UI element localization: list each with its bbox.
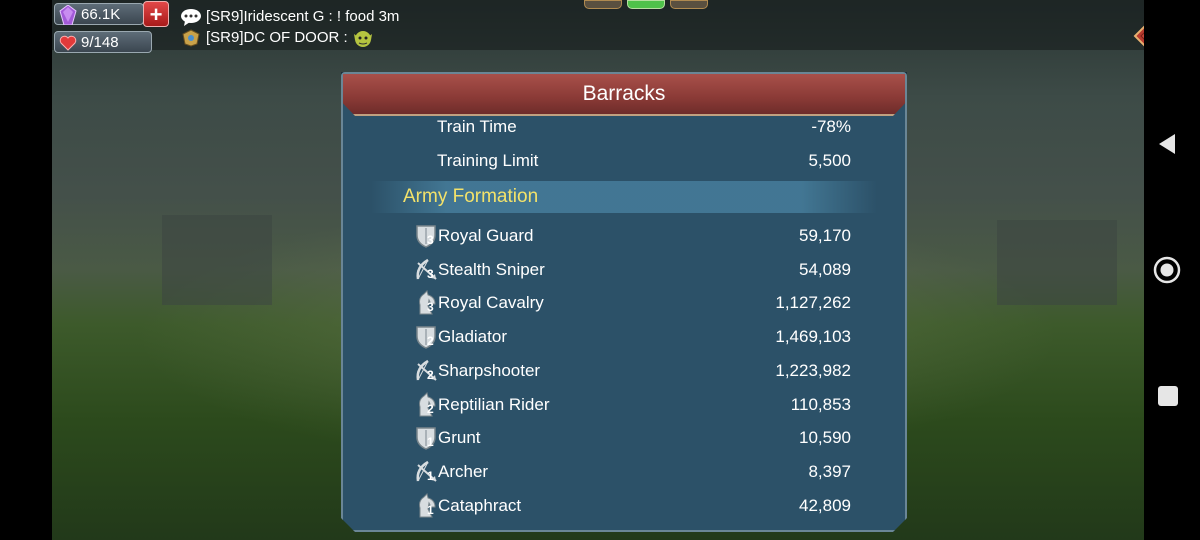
troop-row[interactable]: 1 Archer 8,397 — [343, 456, 905, 490]
troop-tier: 2 — [427, 334, 434, 349]
chat-text: [SR9]DC OF DOOR : — [206, 28, 348, 46]
cavalry-icon — [414, 493, 438, 519]
home-icon[interactable] — [1153, 256, 1181, 284]
troop-name: Archer — [438, 461, 489, 481]
troop-count: 59,170 — [799, 226, 851, 245]
troop-tier: 3 — [427, 233, 434, 247]
troop-count: 8,397 — [808, 461, 851, 481]
stat-row: Training Limit 5,500 — [343, 145, 905, 179]
page-indicator-right — [670, 0, 708, 9]
troop-row[interactable]: 1 Grunt 10,590 — [343, 422, 905, 456]
troop-tier: 1 — [427, 435, 434, 450]
troop-count: 1,223,982 — [775, 360, 851, 380]
troop-name: Royal Guard — [438, 226, 534, 245]
buy-gems-button[interactable]: + — [143, 1, 169, 27]
troop-name: Sharpshooter — [438, 360, 541, 380]
troop-count: 1,469,103 — [775, 327, 851, 347]
panel-header: Barracks — [343, 74, 905, 116]
stat-label: Training Limit — [437, 151, 539, 170]
recent-apps-icon[interactable] — [1158, 386, 1178, 406]
troop-name: Stealth Sniper — [438, 259, 545, 279]
troop-name: Royal Cavalry — [438, 293, 544, 313]
goblin-emoji-icon — [353, 31, 372, 47]
stat-row: Train Time -78% — [343, 116, 905, 145]
chat-text: [SR9]Iridescent G : ! food 3m — [206, 8, 400, 25]
ranged-icon — [414, 257, 438, 283]
cavalry-icon — [414, 392, 438, 418]
barracks-panel: Barracks Train Time -78% Training Limit … — [341, 72, 907, 532]
troop-count: 42,809 — [799, 495, 851, 515]
troop-tier: 2 — [427, 401, 434, 416]
infantry-icon — [414, 425, 438, 451]
stat-label: Train Time — [437, 117, 517, 136]
troop-tier: 3 — [427, 266, 434, 281]
troop-row[interactable]: 3 Stealth Sniper 54,089 — [343, 254, 905, 288]
troop-row[interactable]: 2 Sharpshooter 1,223,982 — [343, 355, 905, 389]
stat-value: -78% — [811, 117, 851, 136]
cavalry-icon — [414, 290, 438, 316]
section-heading-label: Army Formation — [403, 186, 539, 207]
infantry-icon — [414, 324, 438, 350]
ranged-icon — [414, 358, 438, 384]
troop-row[interactable]: 3 Royal Cavalry 1,127,262 — [343, 287, 905, 321]
troop-name: Reptilian Rider — [438, 394, 550, 414]
stamina-counter[interactable]: 9/148 — [54, 31, 152, 53]
troop-name: Cataphract — [438, 495, 522, 515]
troop-tier: 1 — [427, 502, 434, 517]
troop-tier: 3 — [427, 300, 434, 315]
troop-count: 54,089 — [799, 259, 851, 279]
troop-name: Grunt — [438, 428, 481, 448]
section-heading: Army Formation — [371, 181, 877, 213]
troop-row[interactable]: 2 Gladiator 1,469,103 — [343, 321, 905, 355]
troop-tier: 1 — [427, 468, 434, 483]
troop-row[interactable]: 1 Cataphract 42,809 — [343, 490, 905, 524]
chat-message[interactable]: [SR9]Iridescent G : ! food 3m — [180, 8, 400, 27]
ranged-icon — [414, 459, 438, 485]
chat-bubble-icon — [181, 9, 201, 27]
guild-emblem-icon — [182, 29, 200, 47]
page-indicator-left — [584, 0, 622, 9]
troop-tier: 2 — [427, 367, 434, 382]
troop-count: 10,590 — [799, 428, 851, 448]
panel-title: Barracks — [582, 82, 666, 105]
troop-row[interactable]: 2 Reptilian Rider 110,853 — [343, 389, 905, 423]
stat-value: 5,500 — [808, 151, 851, 170]
gem-icon — [59, 5, 77, 25]
heart-icon — [59, 35, 77, 51]
stamina-count: 9/148 — [81, 34, 119, 51]
troop-name: Gladiator — [438, 327, 507, 347]
panel-scroll-area[interactable]: Train Time -78% Training Limit 5,500 Arm… — [343, 116, 905, 530]
gem-count: 66.1K — [81, 6, 121, 23]
infantry-icon — [414, 223, 438, 249]
page-indicator-active — [627, 0, 665, 9]
troop-count: 1,127,262 — [775, 293, 851, 313]
chat-message[interactable]: [SR9]DC OF DOOR : — [180, 28, 374, 48]
troop-count: 110,853 — [790, 394, 851, 414]
back-icon[interactable] — [1157, 133, 1177, 155]
gem-counter[interactable]: 66.1K — [54, 3, 144, 25]
troop-row[interactable]: 3 Royal Guard 59,170 — [343, 220, 905, 254]
